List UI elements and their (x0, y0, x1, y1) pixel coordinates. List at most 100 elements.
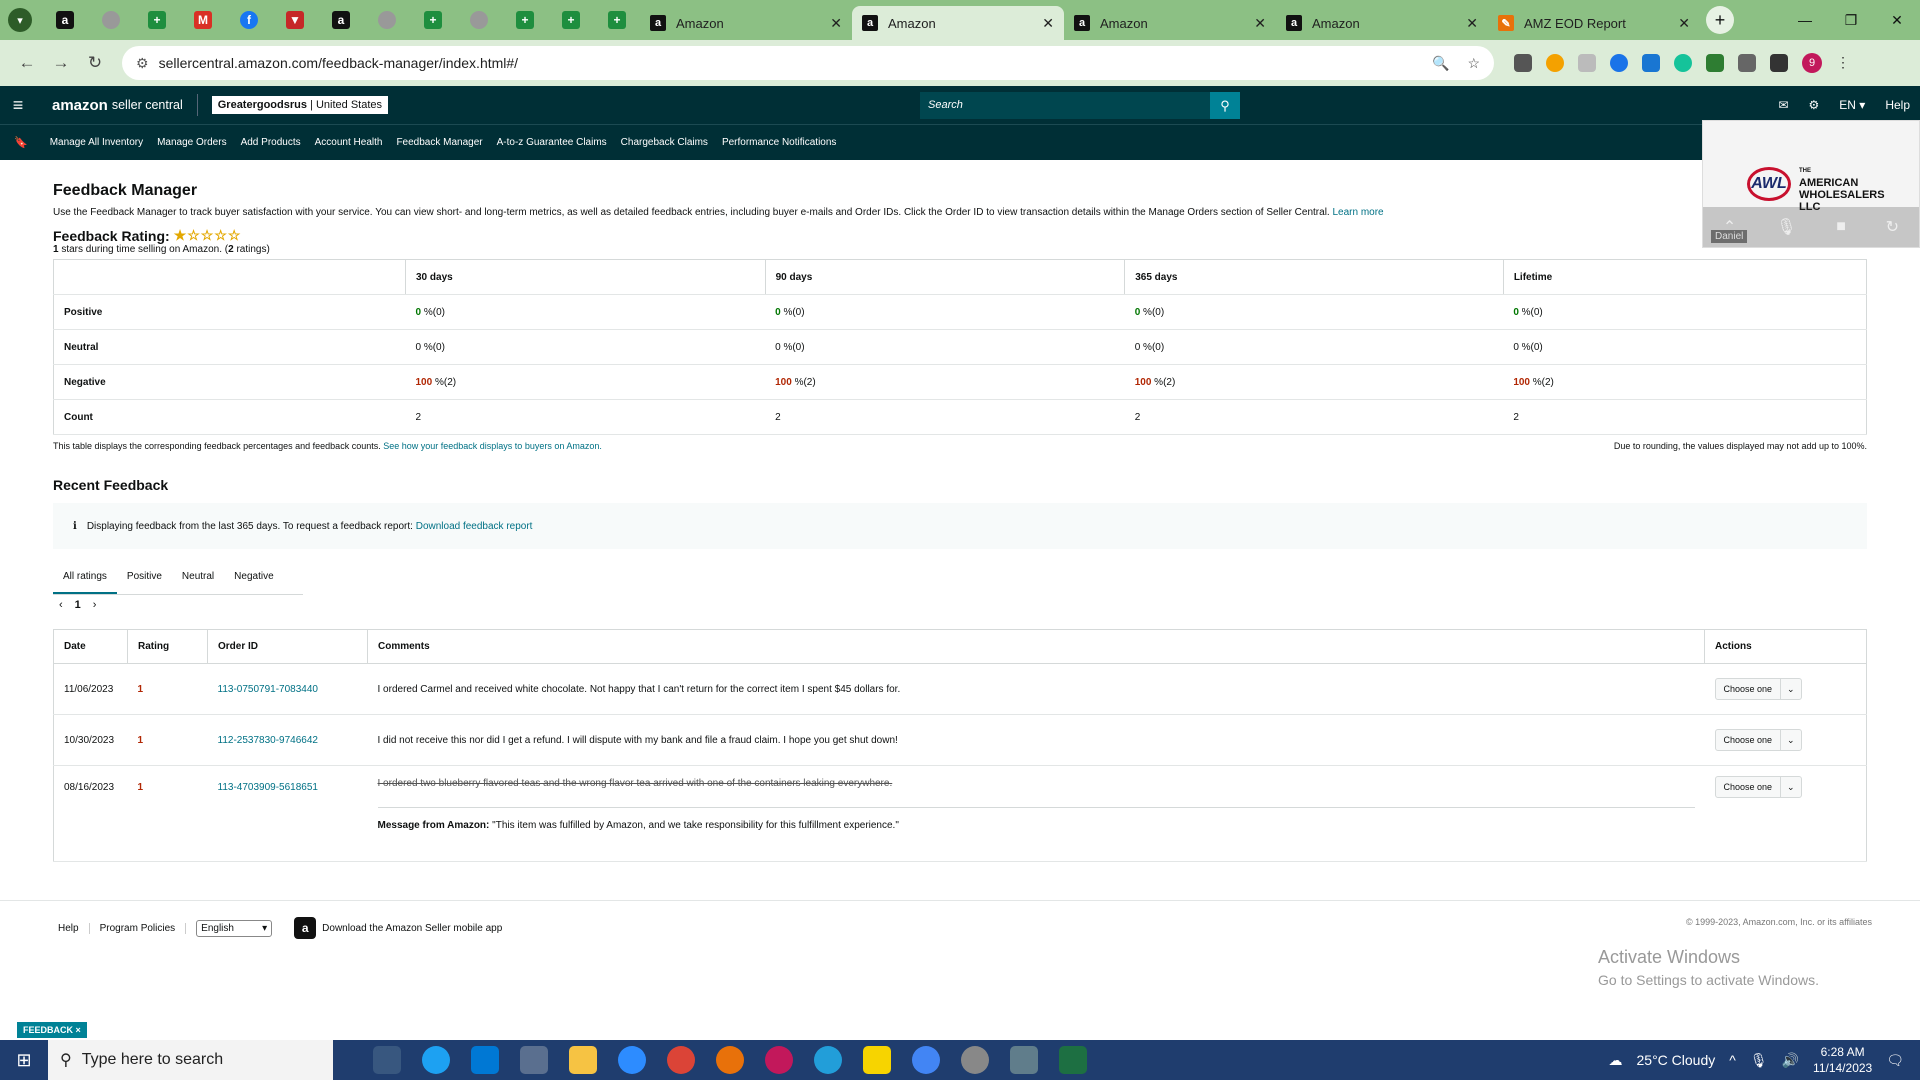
learn-more-link[interactable]: Learn more (1332, 207, 1383, 218)
browser-tab-active[interactable]: a Amazon ✕ (852, 6, 1064, 40)
pinned-tab[interactable]: + (594, 0, 640, 40)
camera-icon[interactable]: ■ (1836, 218, 1846, 236)
notification-icon[interactable]: 🗨 (1886, 1052, 1904, 1069)
sticky-notes-icon[interactable] (863, 1046, 891, 1074)
pinned-tab[interactable] (456, 0, 502, 40)
file-explorer-icon[interactable] (569, 1046, 597, 1074)
chrome-icon[interactable] (667, 1046, 695, 1074)
reload-icon[interactable]: ↻ (78, 53, 112, 73)
side-panel-icon[interactable] (1770, 54, 1788, 72)
url-field[interactable]: ⚙ sellercentral.amazon.com/feedback-mana… (122, 46, 1494, 80)
pinned-tab[interactable]: + (134, 0, 180, 40)
footer-help-link[interactable]: Help (48, 922, 90, 934)
pinned-tab[interactable]: + (548, 0, 594, 40)
store-icon[interactable] (471, 1046, 499, 1074)
close-window-icon[interactable]: ✕ (1874, 0, 1920, 40)
subnav-item[interactable]: A-to-z Guarantee Claims (497, 137, 607, 148)
hamburger-menu-icon[interactable]: ≡ (0, 95, 36, 116)
extension-icon[interactable] (1578, 54, 1596, 72)
language-select[interactable]: English ▾ (196, 919, 273, 937)
close-icon[interactable]: ✕ (1042, 15, 1054, 32)
seller-central-logo[interactable]: amazon seller central (36, 94, 198, 116)
new-tab-button[interactable]: + (1706, 6, 1734, 34)
puzzle-icon[interactable] (1738, 54, 1756, 72)
clock[interactable]: 6:28 AM 11/14/2023 (1813, 1044, 1872, 1076)
volume-icon[interactable]: 🔊 (1782, 1052, 1799, 1069)
close-icon[interactable]: ✕ (1254, 15, 1266, 32)
back-icon[interactable]: ← (10, 53, 44, 73)
tab-all-ratings[interactable]: All ratings (53, 565, 117, 594)
refresh-icon[interactable]: ↻ (1886, 217, 1899, 237)
telegram-icon[interactable] (814, 1046, 842, 1074)
browser-tab[interactable]: ✎ AMZ EOD Report ✕ (1488, 6, 1700, 40)
extension-icon[interactable] (1642, 54, 1660, 72)
restore-icon[interactable]: ❐ (1828, 0, 1874, 40)
pinned-tab[interactable]: ▼ (272, 0, 318, 40)
task-view-icon[interactable] (373, 1046, 401, 1074)
subnav-item[interactable]: Manage All Inventory (50, 137, 143, 148)
extension-icon[interactable] (1706, 54, 1724, 72)
subnav-item[interactable]: Add Products (241, 137, 301, 148)
close-icon[interactable]: ✕ (1678, 15, 1690, 32)
mic-off-icon[interactable]: 🎙 (1776, 217, 1796, 237)
mail-icon[interactable]: ✉ (1778, 98, 1788, 112)
menu-dots-icon[interactable]: ⋮ (1836, 54, 1850, 72)
feedback-tag[interactable]: FEEDBACK × (17, 1022, 87, 1038)
pinned-tab[interactable]: M (180, 0, 226, 40)
browser-tab[interactable]: a Amazon ✕ (640, 6, 852, 40)
subnav-item[interactable]: Account Health (315, 137, 383, 148)
bookmark-star-icon[interactable]: ☆ (1467, 55, 1480, 72)
pinned-tab[interactable]: a (42, 0, 88, 40)
profile-avatar[interactable]: 9 (1802, 53, 1822, 73)
chrome-icon[interactable] (765, 1046, 793, 1074)
weather-icon[interactable]: ☁ (1609, 1052, 1623, 1069)
site-info-icon[interactable]: ⚙ (136, 55, 149, 72)
zoom-icon[interactable]: 🔍 (1432, 55, 1449, 72)
subnav-item[interactable]: Chargeback Claims (621, 137, 708, 148)
prev-page-icon[interactable]: ‹ (59, 599, 63, 611)
tab-neutral[interactable]: Neutral (172, 565, 224, 594)
store-selector[interactable]: Greatergoodsrus | United States (211, 96, 389, 114)
seller-app-link[interactable]: Download the Amazon Seller mobile app (322, 923, 502, 934)
extension-icon[interactable] (1546, 54, 1564, 72)
pinned-tab[interactable] (88, 0, 134, 40)
zoom-app-icon[interactable] (618, 1046, 646, 1074)
help-link[interactable]: Help (1885, 98, 1910, 112)
extension-icon[interactable] (1610, 54, 1628, 72)
chrome-icon[interactable] (716, 1046, 744, 1074)
pinned-tab[interactable]: f (226, 0, 272, 40)
extension-icon[interactable] (1514, 54, 1532, 72)
page-number[interactable]: 1 (75, 599, 81, 611)
mail-app-icon[interactable] (520, 1046, 548, 1074)
tray-chevron-icon[interactable]: ^ (1729, 1052, 1736, 1068)
subnav-item[interactable]: Feedback Manager (396, 137, 482, 148)
subnav-item[interactable]: Manage Orders (157, 137, 226, 148)
grammarly-icon[interactable] (1674, 54, 1692, 72)
order-id-link[interactable]: 113-4703909-5618651 (218, 782, 318, 793)
excel-icon[interactable] (1059, 1046, 1087, 1074)
bookmark-icon[interactable]: 🔖 (14, 136, 28, 149)
subnav-item[interactable]: Performance Notifications (722, 137, 837, 148)
video-call-overlay[interactable]: AWL THE AMERICAN WHOLESALERS LLC ⌃ 🎙 ■ ↻… (1702, 120, 1920, 248)
choose-action-dropdown[interactable]: Choose one ⌄ (1714, 678, 1802, 700)
search-icon[interactable]: ⚲ (1210, 92, 1240, 119)
order-id-link[interactable]: 113-0750791-7083440 (218, 684, 318, 695)
close-icon[interactable]: ✕ (830, 15, 842, 32)
forward-icon[interactable]: → (44, 53, 78, 73)
search-input[interactable]: Search (920, 92, 1210, 119)
tab-positive[interactable]: Positive (117, 565, 172, 594)
order-id-link[interactable]: 112-2537830-9746642 (218, 735, 318, 746)
pinned-tab[interactable]: + (502, 0, 548, 40)
next-page-icon[interactable]: › (93, 599, 97, 611)
pinned-tab[interactable]: + (410, 0, 456, 40)
chrome-icon[interactable] (912, 1046, 940, 1074)
windows-start-icon[interactable]: ⊞ (0, 1050, 48, 1071)
choose-action-dropdown[interactable]: Choose one ⌄ (1714, 776, 1802, 798)
gear-icon[interactable]: ⚙ (1809, 98, 1820, 112)
weather-text[interactable]: 25°C Cloudy (1637, 1052, 1716, 1068)
program-policies-link[interactable]: Program Policies (90, 922, 187, 934)
tab-negative[interactable]: Negative (224, 565, 283, 594)
pinned-tab[interactable]: a (318, 0, 364, 40)
close-icon[interactable]: ✕ (1466, 15, 1478, 32)
edge-icon[interactable] (422, 1046, 450, 1074)
